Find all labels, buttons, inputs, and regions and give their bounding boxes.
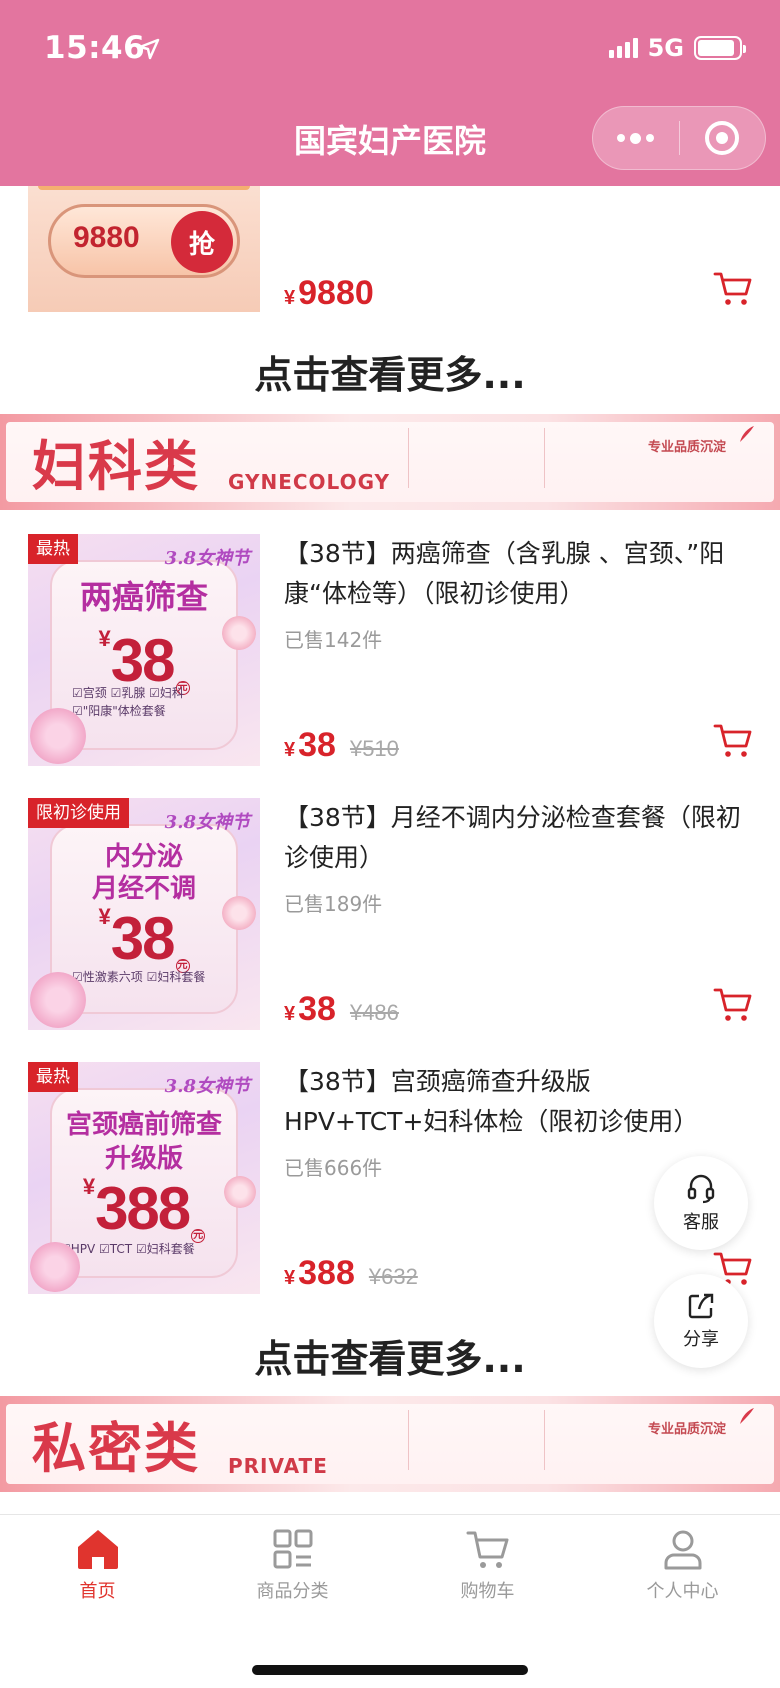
customer-service-button[interactable]: 客服 <box>654 1156 748 1250</box>
bottom-tab-bar: 首页 商品分类 购物车 个人中心 <box>0 1514 780 1688</box>
app-page: 15:46 5G 国宾妇产医院 9880 抢 ¥9880 点击查看更多... 妇… <box>0 0 780 1688</box>
product-thumbnail[interactable]: 限初诊使用 3.8女神节 内分泌 月经不调 ¥38 元 ☑性激素六项 ☑妇科套餐 <box>28 798 260 1030</box>
category-banner-gynecology[interactable]: 妇科类 GYNECOLOGY 专业品质沉淀 <box>0 414 780 510</box>
thumb-checklist: ☑宫颈 ☑乳腺 ☑妇科 ☑"阳康"体检套餐 <box>72 686 184 718</box>
category-title: 妇科类 <box>32 435 200 498</box>
category-title: 私密类 <box>32 1417 200 1480</box>
service-label: 客服 <box>683 1212 719 1233</box>
sold-count: 已售189件 <box>284 892 383 916</box>
battery-icon <box>694 36 746 60</box>
network-type: 5G <box>647 34 684 62</box>
thumb-checklist: ☑性激素六项 ☑妇科套餐 <box>72 970 206 984</box>
thumb-headline: 宫颈癌前筛查 <box>65 1110 222 1140</box>
location-arrow-icon <box>138 38 160 60</box>
cart-icon <box>466 1531 508 1568</box>
mini-program-capsule <box>592 106 766 170</box>
status-time: 15:46 <box>44 30 146 66</box>
product-name[interactable]: 【38节】两癌筛查（含乳腺 、宫颈、”阳康“体检等）（限初诊使用） <box>284 534 746 614</box>
product-name[interactable]: 【38节】月经不调内分泌检查套餐（限初诊使用） <box>284 798 746 878</box>
first-visit-tag: 限初诊使用 <box>28 798 129 828</box>
category-banner-private[interactable]: 私密类 PRIVATE 专业品质沉淀 <box>0 1396 780 1492</box>
share-button[interactable]: 分享 <box>654 1274 748 1368</box>
product-name[interactable]: 【38节】宫颈癌筛查升级版HPV+TCT+妇科体检（限初诊使用） <box>284 1062 746 1142</box>
feather-icon <box>740 1408 754 1424</box>
add-to-cart-icon[interactable] <box>712 984 754 1024</box>
sold-count: 已售142件 <box>284 628 383 652</box>
grab-badge: 抢 <box>171 211 233 273</box>
headset-icon <box>687 1174 715 1204</box>
original-price: ¥632 <box>368 1264 418 1289</box>
product-price: ¥38 ¥486 <box>284 990 399 1028</box>
hot-tag: 最热 <box>28 534 78 564</box>
thumb-headline-2: 升级版 <box>104 1144 183 1174</box>
share-icon <box>688 1293 714 1319</box>
add-to-cart-icon[interactable] <box>712 268 754 308</box>
thumb-checklist: ☑HPV ☑TCT ☑妇科套餐 <box>60 1242 195 1256</box>
user-icon <box>664 1530 701 1570</box>
tab-profile[interactable]: 个人中心 <box>585 1527 780 1617</box>
product-price: ¥9880 <box>284 274 374 312</box>
home-indicator <box>252 1665 528 1675</box>
home-icon <box>77 1530 118 1569</box>
original-price: ¥510 <box>349 736 399 761</box>
product-price: ¥38 ¥510 <box>284 726 399 764</box>
festival-badge: 3.8女神节 <box>164 548 250 569</box>
status-right: 5G <box>608 34 746 62</box>
tab-cart[interactable]: 购物车 <box>390 1527 585 1617</box>
grid-icon <box>273 1529 312 1569</box>
signal-icon <box>608 38 638 58</box>
original-price: ¥486 <box>349 1000 399 1025</box>
quality-badge: 专业品质沉淀 <box>647 440 726 455</box>
tab-home[interactable]: 首页 <box>0 1527 195 1617</box>
close-mini-program-icon[interactable] <box>680 107 766 169</box>
festival-badge: 3.8女神节 <box>164 812 250 833</box>
festival-badge: 3.8女神节 <box>164 1076 250 1097</box>
quality-badge: 专业品质沉淀 <box>647 1422 726 1437</box>
product-price: ¥388 ¥632 <box>284 1254 418 1292</box>
category-subtitle: PRIVATE <box>228 1454 328 1478</box>
thumb-price: 9880 <box>73 221 140 254</box>
product-thumbnail[interactable]: 最热 3.8女神节 宫颈癌前筛查 升级版 ¥388 元 ☑HPV ☑TCT ☑妇科… <box>28 1062 260 1294</box>
tab-categories[interactable]: 商品分类 <box>195 1527 390 1617</box>
category-subtitle: GYNECOLOGY <box>228 470 391 494</box>
thumb-headline: 内分泌 <box>104 842 183 872</box>
hot-tag: 最热 <box>28 1062 78 1092</box>
sold-count: 已售666件 <box>284 1156 383 1180</box>
feather-icon <box>740 426 754 442</box>
share-label: 分享 <box>683 1329 719 1350</box>
thumb-headline: 两癌筛查 <box>79 578 208 616</box>
header-bar: 15:46 5G 国宾妇产医院 <box>0 0 780 186</box>
view-more-link[interactable]: 点击查看更多... <box>0 344 780 399</box>
add-to-cart-icon[interactable] <box>712 720 754 760</box>
product-thumbnail[interactable]: 9880 抢 <box>28 180 260 312</box>
more-menu-icon[interactable] <box>593 107 679 169</box>
product-thumbnail[interactable]: 最热 3.8女神节 两癌筛查 ¥38 元 ☑宫颈 ☑乳腺 ☑妇科 ☑"阳康"体检套餐 <box>28 534 260 766</box>
